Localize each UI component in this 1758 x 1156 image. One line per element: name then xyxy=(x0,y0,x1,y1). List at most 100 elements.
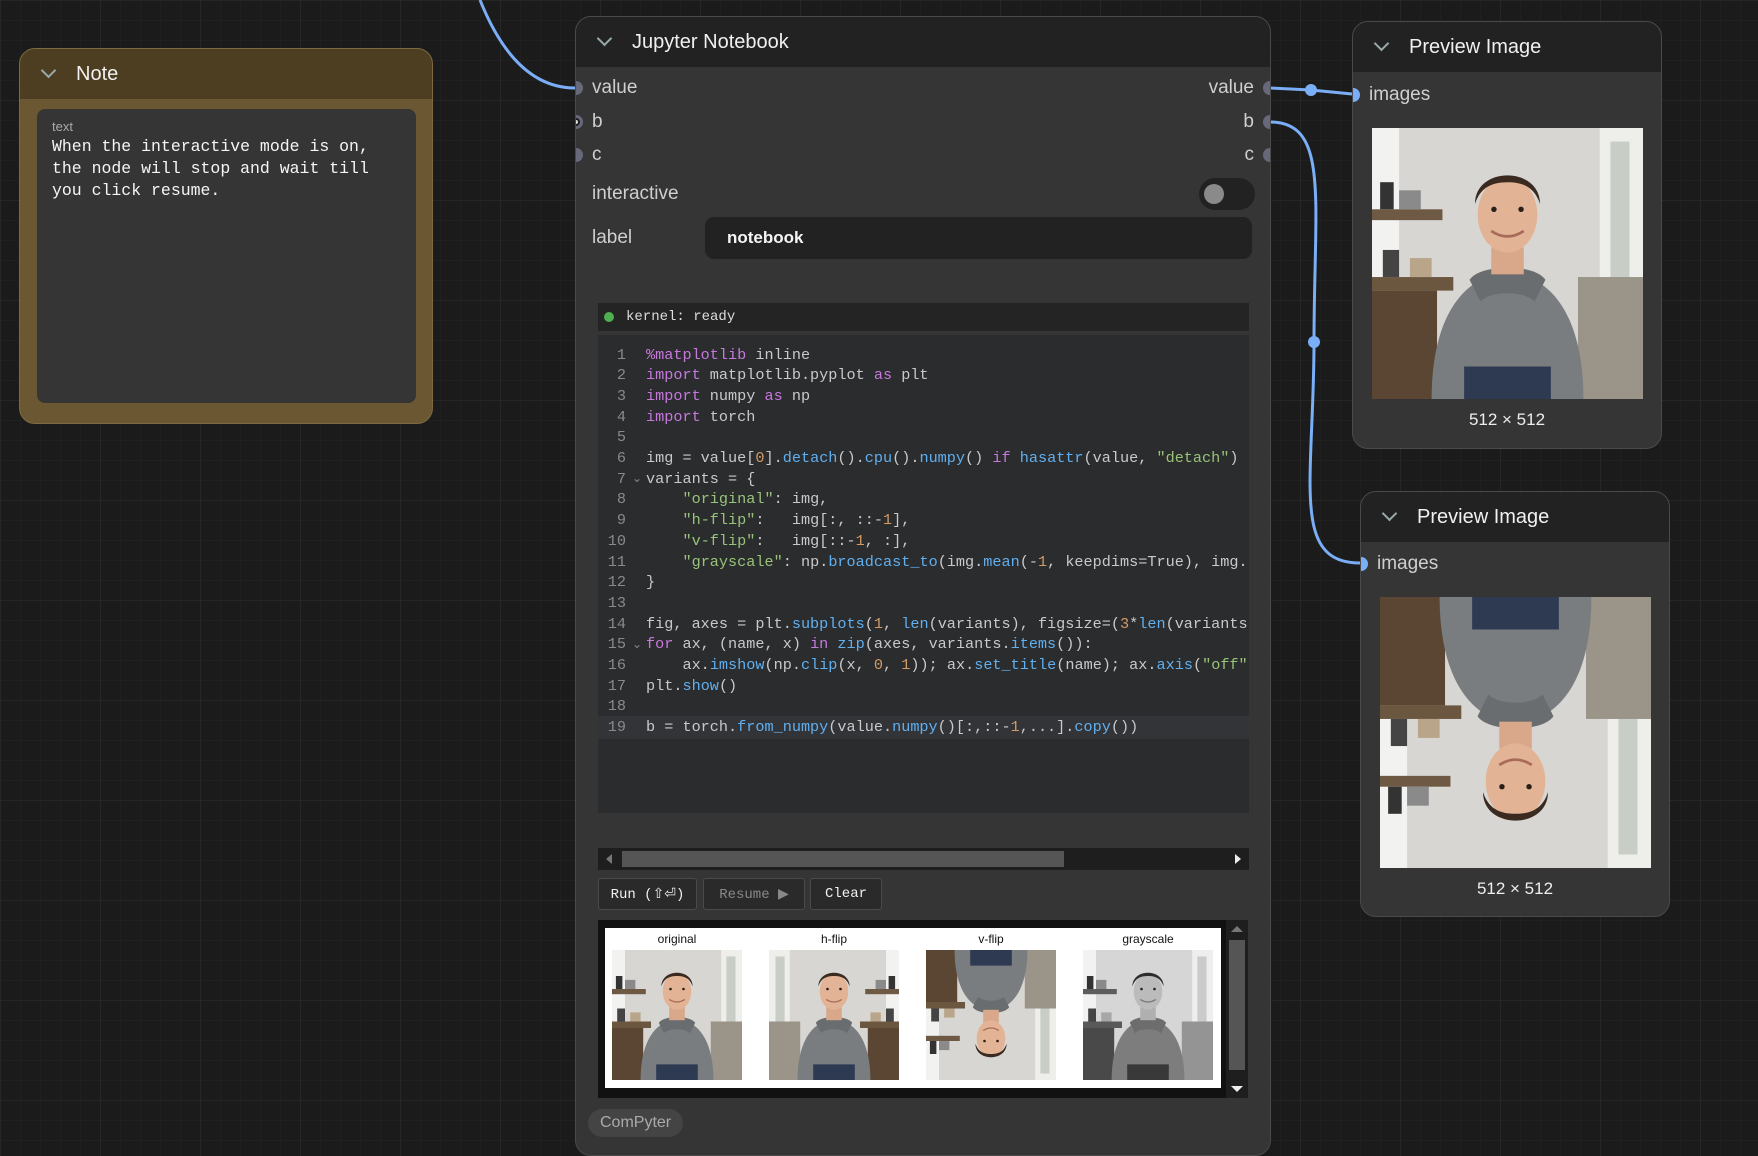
note-field-label: text xyxy=(52,119,73,134)
output-scrollbar-thumb[interactable] xyxy=(1229,940,1245,1070)
resume-button[interactable]: Resume ▶ xyxy=(703,878,805,910)
line-number: 8 xyxy=(616,490,626,509)
scroll-down-icon[interactable] xyxy=(1231,1086,1243,1092)
line-number: 6 xyxy=(616,449,626,467)
code-text[interactable]: ax.imshow(np.clip(x, 0, 1)); ax.set_titl… xyxy=(646,656,1247,674)
code-line[interactable]: 3 import numpy as np xyxy=(598,384,1249,407)
preview-header-1[interactable]: Preview Image xyxy=(1353,22,1661,72)
line-number: 10 xyxy=(607,531,626,550)
output-area: original h-flip v-flip grayscale xyxy=(598,920,1230,1098)
chevron-down-icon[interactable] xyxy=(1373,37,1393,57)
note-title: Note xyxy=(76,62,119,85)
code-line[interactable]: 1 %matplotlib inline xyxy=(598,343,1249,366)
subplot-title-original: original xyxy=(657,932,697,946)
input-slot-images-2[interactable] xyxy=(1361,557,1368,571)
output-label-b: b xyxy=(1243,111,1254,132)
scroll-left-icon[interactable] xyxy=(606,854,612,864)
line-number: 17 xyxy=(607,676,626,695)
scroll-up-icon[interactable] xyxy=(1231,926,1243,932)
preview-image-node-1[interactable]: Preview Image images 512 × 512 xyxy=(1352,21,1662,449)
code-line[interactable]: 6 img = value[0].detach().cpu().numpy() i… xyxy=(598,447,1249,470)
subplot-title-v-flip: v-flip xyxy=(978,932,1004,946)
line-number: 4 xyxy=(616,407,626,426)
code-text[interactable]: for ax, (name, x) in zip(axes, variants.… xyxy=(646,635,1093,653)
code-line[interactable]: 16 ax.imshow(np.clip(x, 0, 1)); ax.set_t… xyxy=(598,654,1249,677)
line-number: 12 xyxy=(607,573,626,592)
output-label-value: value xyxy=(1208,77,1254,98)
code-line[interactable]: 8 "original": img, xyxy=(598,488,1249,511)
output-slot-c[interactable] xyxy=(1263,148,1270,162)
input-slot-c[interactable] xyxy=(576,148,583,162)
output-slot-value[interactable] xyxy=(1263,81,1270,95)
scrollbar-thumb[interactable] xyxy=(622,851,1064,867)
input-slot-value[interactable] xyxy=(576,81,583,95)
run-button[interactable]: Run (⇧⏎) xyxy=(598,878,697,910)
subplot-title-h-flip: h-flip xyxy=(820,932,847,946)
line-number: 18 xyxy=(607,697,626,716)
code-text[interactable]: variants = { xyxy=(646,470,755,488)
code-line[interactable]: 15 for ax, (name, x) in zip(axes, variant… xyxy=(598,633,1249,656)
output-slot-b[interactable] xyxy=(1263,115,1270,129)
chevron-down-icon[interactable] xyxy=(40,64,60,84)
code-text[interactable]: b = torch.from_numpy(value.numpy()[:,::-… xyxy=(646,718,1138,736)
code-text[interactable]: fig, axes = plt.subplots(1, len(variants… xyxy=(646,615,1248,633)
code-line[interactable]: 9 "h-flip": img[:, ::-1], xyxy=(598,509,1249,532)
thumbnail-original xyxy=(611,950,743,1080)
code-text[interactable]: "v-flip": img[::-1, :], xyxy=(646,532,910,550)
code-line[interactable]: 12} xyxy=(598,571,1249,594)
line-number: 1 xyxy=(616,345,626,364)
line-number: 9 xyxy=(616,511,626,530)
scroll-right-icon[interactable] xyxy=(1235,854,1241,864)
code-line[interactable]: 17 plt.show() xyxy=(598,674,1249,697)
note-text[interactable]: When the interactive mode is on, the nod… xyxy=(52,136,402,202)
code-text[interactable]: "grayscale": np.broadcast_to(img.mean(-1… xyxy=(646,553,1247,571)
code-editor[interactable]: 1 %matplotlib inline 2 import matplotlib.py… xyxy=(598,335,1249,813)
input-slot-b[interactable] xyxy=(576,115,583,129)
output-vertical-scrollbar[interactable] xyxy=(1226,920,1248,1098)
code-text[interactable]: %matplotlib inline xyxy=(646,346,810,364)
clear-button[interactable]: Clear xyxy=(810,878,882,910)
code-line[interactable]: 2 import matplotlib.pyplot as plt xyxy=(598,364,1249,387)
interactive-toggle[interactable] xyxy=(1199,178,1255,210)
code-text[interactable]: import matplotlib.pyplot as plt xyxy=(646,366,929,384)
code-line[interactable]: 7 variants = {⌄ xyxy=(598,467,1249,490)
code-text[interactable]: import numpy as np xyxy=(646,387,810,405)
input-label-b: b xyxy=(592,111,603,132)
label-input[interactable]: notebook xyxy=(705,217,1252,259)
code-line[interactable]: 10 "v-flip": img[::-1, :], xyxy=(598,529,1249,552)
chevron-down-icon[interactable] xyxy=(1381,507,1401,527)
note-header[interactable]: Note xyxy=(20,49,432,99)
jupyter-notebook-node[interactable]: Jupyter Notebook value b c value b c int… xyxy=(575,16,1271,1156)
chevron-down-icon[interactable] xyxy=(596,32,616,52)
code-text[interactable]: import torch xyxy=(646,408,755,426)
code-line[interactable]: 14 fig, axes = plt.subplots(1, len(varian… xyxy=(598,612,1249,635)
kernel-status-bar: kernel: ready xyxy=(598,303,1249,331)
output-label-c: c xyxy=(1244,144,1255,165)
fold-chevron-icon[interactable]: ⌄ xyxy=(632,471,642,486)
preview-header-2[interactable]: Preview Image xyxy=(1361,492,1669,542)
code-text[interactable]: } xyxy=(646,573,655,591)
code-text[interactable]: plt.show() xyxy=(646,677,737,695)
code-text[interactable]: "h-flip": img[:, ::-1], xyxy=(646,511,910,529)
input-slot-images-1[interactable] xyxy=(1353,88,1360,102)
code-line[interactable]: 11 "grayscale": np.broadcast_to(img.mean… xyxy=(598,550,1249,573)
input-label-images-2: images xyxy=(1377,553,1439,574)
code-line[interactable]: 19 b = torch.from_numpy(value.numpy()[:,:… xyxy=(598,715,1249,739)
note-node[interactable]: Note text When the interactive mode is o… xyxy=(19,48,433,424)
code-line[interactable]: 5 xyxy=(598,426,1249,449)
line-number: 16 xyxy=(607,656,626,674)
code-text[interactable]: img = value[0].detach().cpu().numpy() if… xyxy=(646,449,1239,467)
code-line[interactable]: 4 import torch xyxy=(598,405,1249,428)
code-line[interactable]: 13 xyxy=(598,591,1249,614)
image-dimensions-1: 512 × 512 xyxy=(1468,410,1546,429)
matplotlib-figure: original h-flip v-flip grayscale xyxy=(605,928,1221,1088)
fold-chevron-icon[interactable]: ⌄ xyxy=(632,637,642,652)
jupyter-header[interactable]: Jupyter Notebook xyxy=(576,17,1270,67)
code-line[interactable]: 18 xyxy=(598,695,1249,718)
preview-image-node-2[interactable]: Preview Image images 512 × 512 xyxy=(1360,491,1670,917)
note-textarea[interactable]: text When the interactive mode is on, th… xyxy=(37,109,416,403)
code-text[interactable]: "original": img, xyxy=(646,490,828,508)
line-number: 11 xyxy=(607,552,626,571)
jupyter-title: Jupyter Notebook xyxy=(632,30,789,53)
horizontal-scrollbar[interactable] xyxy=(598,848,1249,870)
